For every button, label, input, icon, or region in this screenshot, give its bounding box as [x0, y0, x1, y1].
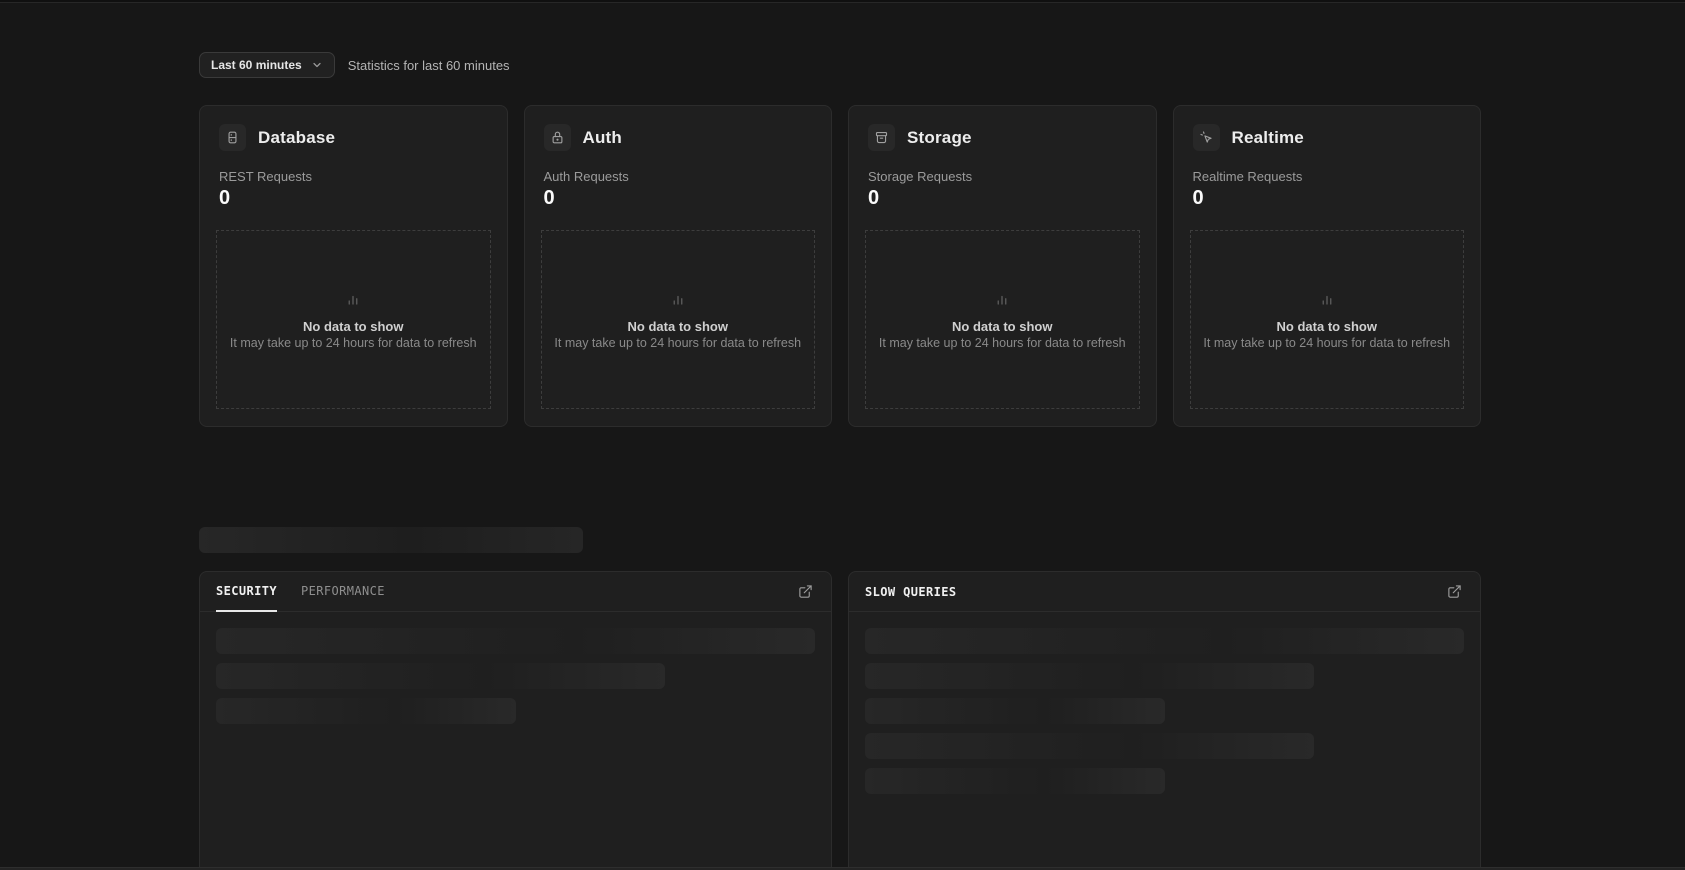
metric-value: 0	[543, 187, 555, 209]
stat-card-realtime: Realtime Realtime Requests 0 No data to …	[1172, 105, 1481, 427]
tab-security[interactable]: SECURITY	[216, 572, 277, 612]
card-header: Realtime	[1190, 124, 1465, 151]
metric-label: Auth Requests	[543, 169, 629, 184]
card-header: Storage	[865, 124, 1140, 151]
external-link-icon[interactable]	[796, 582, 815, 601]
metric-label: Realtime Requests	[1192, 169, 1303, 184]
chevron-down-icon	[313, 62, 321, 68]
stat-cards-row: Database REST Requests 0 No data to show…	[199, 105, 1481, 427]
card-title: Database	[258, 127, 336, 147]
panel-header: SLOW QUERIES	[849, 572, 1480, 612]
cursor-click-icon	[1192, 124, 1220, 151]
empty-subtitle: It may take up to 24 hours for data to r…	[878, 336, 1126, 350]
empty-title: No data to show	[1276, 319, 1377, 334]
lock-icon	[543, 124, 571, 151]
loading-placeholder-bar	[199, 527, 583, 553]
security-skeleton-list	[200, 612, 831, 749]
card-header: Database	[216, 124, 491, 151]
empty-chart-placeholder: No data to show It may take up to 24 hou…	[216, 230, 491, 409]
skeleton-row	[865, 733, 1315, 759]
card-header: Auth	[541, 124, 816, 151]
slow-queries-panel: SLOW QUERIES	[848, 571, 1481, 870]
statistics-toolbar: Last 60 minutes Statistics for last 60 m…	[199, 52, 1481, 78]
metric-value: 0	[219, 187, 231, 209]
slow-queries-skeleton-list	[849, 612, 1480, 819]
skeleton-row	[865, 768, 1165, 794]
skeleton-row	[865, 698, 1165, 724]
bar-chart-icon	[669, 289, 687, 312]
bar-chart-icon	[993, 289, 1011, 312]
empty-title: No data to show	[303, 319, 404, 334]
metric-label: REST Requests	[219, 169, 312, 184]
stat-card-database: Database REST Requests 0 No data to show…	[199, 105, 508, 427]
empty-subtitle: It may take up to 24 hours for data to r…	[1203, 336, 1451, 350]
report-tabs: SECURITY PERFORMANCE	[216, 572, 385, 612]
empty-title: No data to show	[952, 319, 1053, 334]
tab-performance[interactable]: PERFORMANCE	[301, 572, 385, 612]
empty-subtitle: It may take up to 24 hours for data to r…	[554, 336, 802, 350]
card-title: Realtime	[1231, 127, 1304, 147]
panel-title: SLOW QUERIES	[865, 584, 957, 599]
header-bottom-border	[0, 0, 1685, 3]
stat-card-storage: Storage Storage Requests 0 No data to sh…	[848, 105, 1157, 427]
card-title: Storage	[907, 127, 972, 147]
empty-chart-placeholder: No data to show It may take up to 24 hou…	[1189, 230, 1464, 409]
skeleton-row	[216, 663, 666, 689]
empty-subtitle: It may take up to 24 hours for data to r…	[229, 336, 477, 350]
stat-card-auth: Auth Auth Requests 0 No data to show It …	[523, 105, 832, 427]
security-performance-panel: SECURITY PERFORMANCE	[199, 571, 832, 870]
metric-value: 0	[1192, 187, 1204, 209]
empty-chart-placeholder: No data to show It may take up to 24 hou…	[865, 230, 1140, 409]
skeleton-row	[216, 698, 516, 724]
bar-chart-icon	[1318, 289, 1336, 312]
report-panels-row: SECURITY PERFORMANCE SLOW QUERIES	[199, 571, 1481, 870]
skeleton-row	[865, 663, 1315, 689]
external-link-icon[interactable]	[1445, 582, 1464, 601]
bar-chart-icon	[344, 289, 362, 312]
time-range-label: Last 60 minutes	[211, 58, 302, 72]
dashboard-content: Last 60 minutes Statistics for last 60 m…	[199, 52, 1481, 870]
database-icon	[219, 124, 246, 151]
skeleton-row	[865, 628, 1464, 654]
archive-icon	[868, 124, 895, 151]
metric-value: 0	[868, 187, 880, 209]
time-range-selector[interactable]: Last 60 minutes	[199, 52, 335, 78]
statistics-caption: Statistics for last 60 minutes	[347, 57, 510, 73]
empty-chart-placeholder: No data to show It may take up to 24 hou…	[540, 230, 815, 409]
empty-title: No data to show	[627, 319, 728, 334]
skeleton-row	[216, 628, 815, 654]
panel-header: SECURITY PERFORMANCE	[200, 572, 831, 612]
card-title: Auth	[582, 127, 623, 147]
metric-label: Storage Requests	[868, 169, 973, 184]
